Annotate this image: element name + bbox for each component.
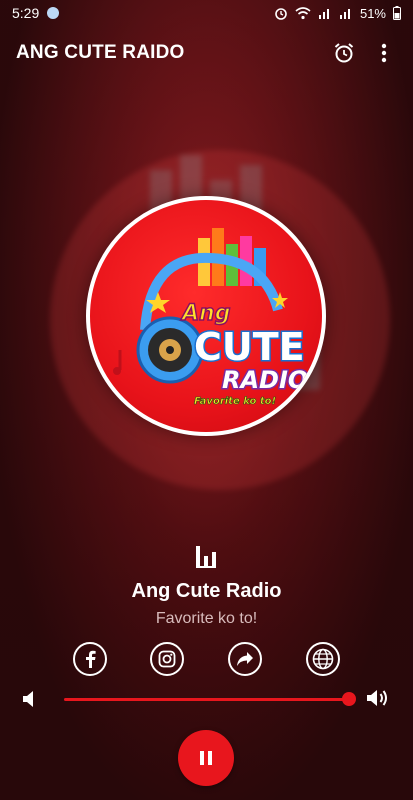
signal-icon-2	[339, 9, 350, 19]
instagram-button[interactable]	[150, 642, 184, 676]
more-options-button[interactable]	[369, 38, 399, 68]
share-button[interactable]	[228, 642, 262, 676]
app-title: ANG CUTE RAIDO	[16, 42, 185, 63]
social-links	[0, 640, 413, 678]
website-button[interactable]	[306, 642, 340, 676]
alarm-status-icon	[275, 8, 287, 20]
logo-text-radio: RADIO	[222, 366, 308, 394]
station-name: Ang Cute Radio	[131, 580, 282, 602]
equalizer-icon	[196, 546, 216, 568]
volume-track[interactable]	[64, 698, 350, 701]
battery-icon	[393, 6, 401, 20]
battery-percent: 51%	[359, 5, 386, 21]
volume-up-icon[interactable]	[366, 687, 392, 709]
station-logo-art: Ang CUTE RADIO Favorite ko to!	[113, 228, 310, 407]
instagram-icon	[158, 650, 176, 668]
facebook-button[interactable]	[73, 642, 107, 676]
alarm-button[interactable]	[329, 38, 359, 68]
station-logo: Ang CUTE RADIO Favorite ko to!	[86, 196, 326, 436]
volume-mute-icon[interactable]	[22, 689, 38, 709]
logo-text-cute: CUTE	[194, 325, 305, 369]
notification-icon	[47, 7, 60, 19]
station-tagline: Favorite ko to!	[155, 610, 258, 627]
status-time: 5:29	[12, 5, 40, 21]
share-icon	[237, 652, 253, 666]
globe-icon	[312, 648, 334, 670]
signal-icon-1	[318, 9, 329, 19]
app-bar: ANG CUTE RAIDO	[0, 26, 413, 80]
more-vert-icon	[381, 43, 387, 63]
volume-control	[0, 683, 413, 715]
facebook-icon	[86, 650, 96, 668]
logo-text-ang: Ang	[180, 301, 230, 326]
pause-button[interactable]	[178, 730, 234, 786]
volume-thumb[interactable]	[342, 692, 356, 706]
status-bar: 5:29 51%	[0, 0, 413, 26]
logo-text-slogan: Favorite ko to!	[194, 396, 276, 407]
wifi-icon	[295, 7, 311, 20]
alarm-icon	[334, 43, 354, 63]
pause-icon	[200, 751, 212, 765]
